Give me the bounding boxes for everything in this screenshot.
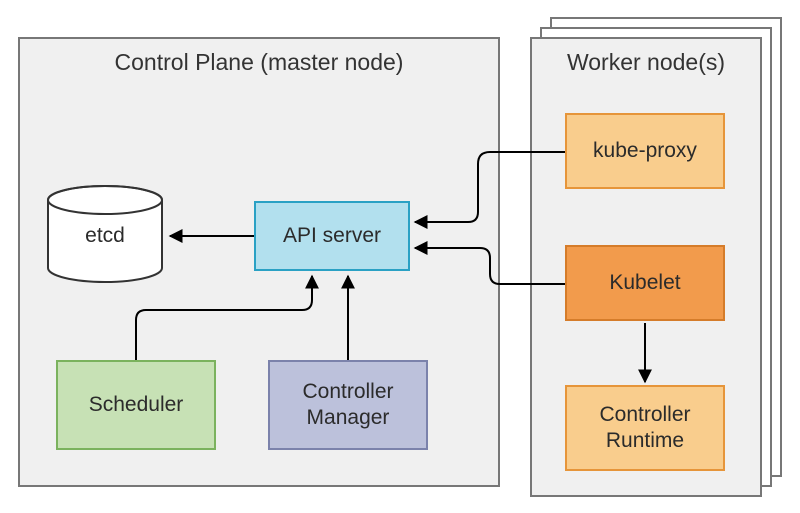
- kube-proxy-label: kube-proxy: [593, 138, 697, 164]
- api-server-box: API server: [254, 201, 410, 271]
- worker-node-title: Worker node(s): [532, 49, 760, 76]
- kubelet-label: Kubelet: [609, 270, 680, 296]
- kube-proxy-box: kube-proxy: [565, 113, 725, 189]
- control-plane-title: Control Plane (master node): [20, 49, 498, 76]
- controller-runtime-box: Controller Runtime: [565, 385, 725, 471]
- controller-manager-box: Controller Manager: [268, 360, 428, 450]
- etcd-label: etcd: [46, 224, 164, 248]
- controller-manager-label: Controller Manager: [302, 379, 393, 432]
- scheduler-box: Scheduler: [56, 360, 216, 450]
- kubelet-box: Kubelet: [565, 245, 725, 321]
- controller-runtime-label: Controller Runtime: [599, 402, 690, 455]
- diagram-root: Control Plane (master node) Worker node(…: [0, 0, 800, 513]
- api-server-label: API server: [283, 223, 381, 249]
- etcd-cylinder: etcd: [46, 184, 164, 284]
- scheduler-label: Scheduler: [89, 392, 184, 418]
